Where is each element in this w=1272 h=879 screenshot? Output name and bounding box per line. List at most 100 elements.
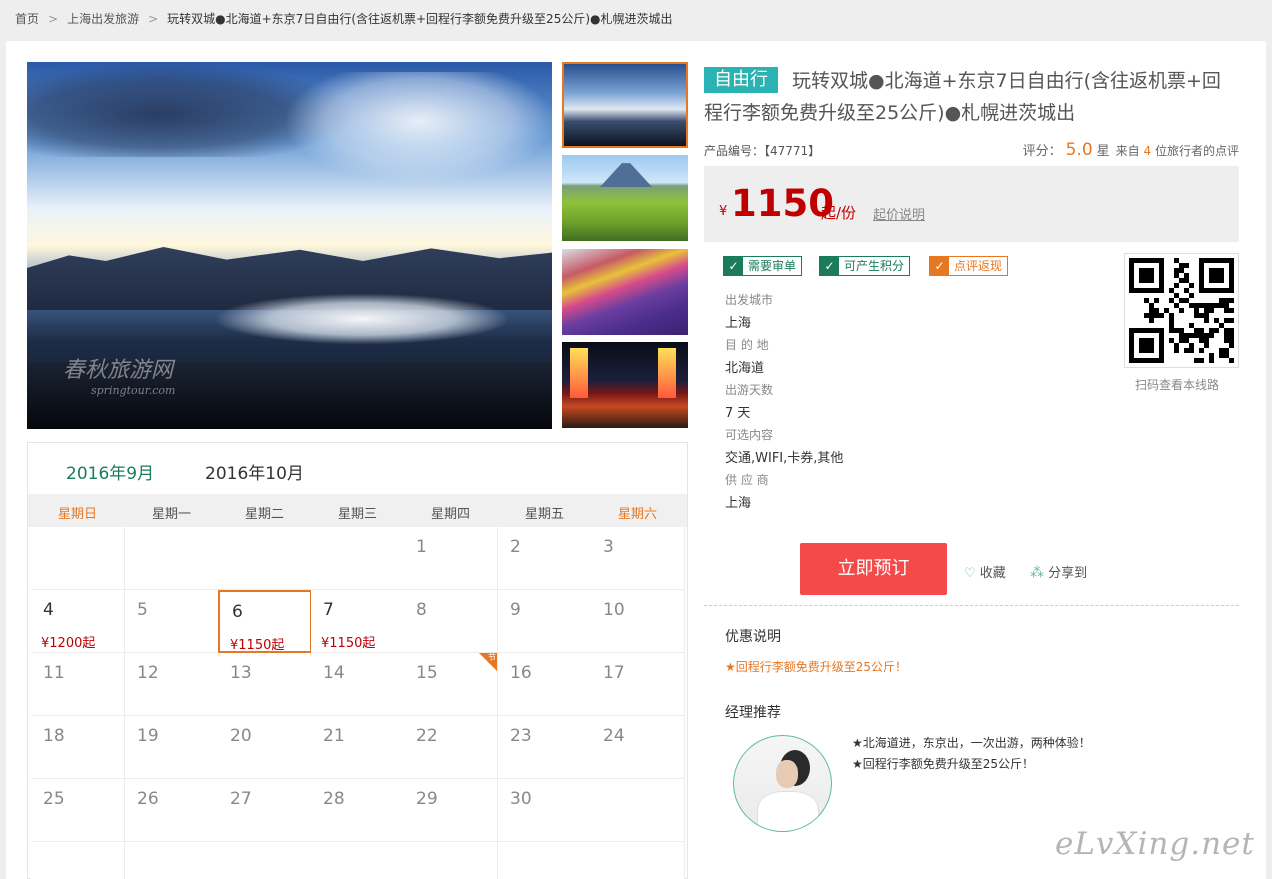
calendar-day: 12 <box>125 653 219 716</box>
calendar-day-empty <box>125 842 219 879</box>
calendar-day: 28 <box>311 779 405 842</box>
weekday-header: 星期四 <box>430 507 470 522</box>
breadcrumb-separator: > <box>48 12 59 26</box>
breadcrumb-separator: > <box>148 12 159 26</box>
weekday-header: 星期五 <box>524 507 564 522</box>
main-photo[interactable]: 春秋旅游网 springtour.com <box>27 62 552 429</box>
month-tab-next[interactable]: 2016年10月 <box>205 459 304 484</box>
price-value: 1150 <box>731 182 834 225</box>
manager-recommendation: ★回程行李额免费升级至25公斤！ <box>852 757 1035 771</box>
gallery-thumb[interactable] <box>562 62 688 148</box>
day-number: 25 <box>43 789 65 809</box>
detail-value-destination: 北海道 <box>725 361 765 376</box>
calendar-day: 27 <box>218 779 312 842</box>
detail-label-supplier: 供 应 商 <box>725 473 769 487</box>
avatar-face <box>776 760 798 788</box>
photo-cloud <box>287 72 552 182</box>
heart-icon: ♡ <box>964 566 976 581</box>
calendar-day: 18 <box>31 716 125 779</box>
section-divider <box>704 605 1239 606</box>
detail-label-days: 出游天数 <box>725 383 774 397</box>
day-number: 20 <box>230 726 252 746</box>
gallery-thumb[interactable] <box>562 155 688 241</box>
day-number: 14 <box>323 663 345 683</box>
weekday-header: 星期日 <box>57 507 97 522</box>
day-number: 12 <box>137 663 159 683</box>
calendar-day: 20 <box>218 716 312 779</box>
calendar-day: 19 <box>125 716 219 779</box>
calendar-day: 21 <box>311 716 405 779</box>
detail-value-supplier: 上海 <box>725 496 752 511</box>
calendar-day[interactable]: 7 ¥1150起 <box>311 590 405 653</box>
thumb-sign <box>658 348 676 398</box>
holiday-flag-icon: 节 <box>479 653 497 671</box>
calendar-day[interactable]: 6 ¥1150起 <box>218 590 312 653</box>
calendar-day-empty <box>125 527 219 590</box>
calendar-day: 2 <box>498 527 592 590</box>
price-explain-link[interactable]: 起价说明 <box>873 204 925 223</box>
calendar-day-empty <box>591 779 685 842</box>
calendar-day-empty <box>591 842 685 879</box>
calendar-day-empty <box>31 527 125 590</box>
price-box: ¥ 1150 起/份 起价说明 <box>704 166 1239 242</box>
detail-value-days: 7 天 <box>725 406 751 421</box>
gallery-thumb[interactable] <box>562 249 688 335</box>
price-unit: 起/份 <box>821 204 857 222</box>
day-number: 9 <box>510 600 521 620</box>
day-number: 2 <box>510 537 521 557</box>
photo-watermark: 春秋旅游网 springtour.com <box>63 358 176 397</box>
gallery-thumb[interactable] <box>562 342 688 428</box>
product-number: 产品编号：【47771】 <box>704 144 821 158</box>
badge-review-required: ✓ 需要审单 <box>723 256 803 276</box>
breadcrumb-category-link[interactable]: 上海出发旅游 <box>67 12 139 26</box>
rating-score: 5.0 <box>1065 140 1093 160</box>
detail-label-departure: 出发城市 <box>725 293 774 307</box>
day-number: 3 <box>603 537 614 557</box>
favorite-button[interactable]: ♡ 收藏 <box>964 562 1006 581</box>
month-tab-current[interactable]: 2016年9月 <box>66 459 154 484</box>
review-summary[interactable]: 来自 4 位旅行者的点评 <box>1116 144 1239 158</box>
weekday-header: 星期六 <box>617 507 657 522</box>
day-number: 29 <box>416 789 438 809</box>
weekday-header: 星期二 <box>244 507 284 522</box>
check-icon: ✓ <box>820 257 839 275</box>
site-watermark: eLvXing.net <box>1055 826 1255 862</box>
detail-value-options: 交通,WIFI,卡券,其他 <box>725 451 844 466</box>
day-number: 13 <box>230 663 252 683</box>
day-number: 17 <box>603 663 625 683</box>
thumb-sign <box>570 348 588 398</box>
day-price: ¥1200起 <box>41 636 96 651</box>
breadcrumb-current: 玩转双城●北海道+东京7日自由行(含往返机票+回程行李额免费升级至25公斤)●札… <box>167 12 673 26</box>
manager-recommendation: ★北海道进，东京出，一次出游，两种体验！ <box>852 736 1091 750</box>
calendar-day: 30 <box>498 779 592 842</box>
day-number: 22 <box>416 726 438 746</box>
promo-text: ★回程行李额免费升级至25公斤！ <box>725 660 908 674</box>
calendar-day: 15 节 <box>404 653 498 716</box>
qr-caption: 扫码查看本线路 <box>1135 378 1220 392</box>
detail-value-departure: 上海 <box>725 316 752 331</box>
detail-label-destination: 目 的 地 <box>725 338 769 352</box>
product-type-tag: 自由行 <box>704 67 778 93</box>
rating: 评分： 5.0 星来自 4 位旅行者的点评 <box>1023 140 1239 160</box>
book-now-button[interactable]: 立即预订 <box>800 543 947 595</box>
qr-code-image <box>1129 258 1234 363</box>
day-number: 1 <box>416 537 427 557</box>
day-number: 10 <box>603 600 625 620</box>
day-number: 18 <box>43 726 65 746</box>
calendar-day: 25 <box>31 779 125 842</box>
breadcrumb-home-link[interactable]: 首页 <box>15 12 39 26</box>
calendar-day[interactable]: 4 ¥1200起 <box>31 590 125 653</box>
calendar-day-empty <box>31 842 125 879</box>
calendar-day: 10 <box>591 590 685 653</box>
check-icon: ✓ <box>930 257 949 275</box>
thumb-mountain <box>600 163 652 187</box>
detail-label-options: 可选内容 <box>725 428 774 442</box>
badge-cashback: ✓ 点评返现 <box>929 256 1009 276</box>
share-button[interactable]: ⁂ 分享到 <box>1030 562 1087 581</box>
day-price: ¥1150起 <box>230 638 285 653</box>
day-number: 26 <box>137 789 159 809</box>
calendar-day: 24 <box>591 716 685 779</box>
calendar-day: 1 <box>404 527 498 590</box>
calendar-day: 29 <box>404 779 498 842</box>
qr-code <box>1124 253 1239 368</box>
